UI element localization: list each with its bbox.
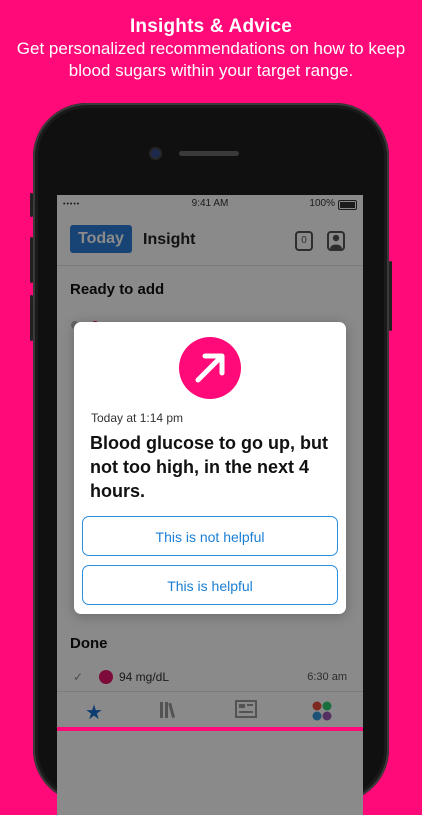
silent-switch: [30, 193, 33, 217]
volume-up-button: [30, 237, 33, 283]
helpful-button[interactable]: This is helpful: [82, 565, 338, 605]
trend-up-icon: [179, 337, 241, 399]
promo-subtitle: Get personalized recommendations on how …: [16, 39, 406, 80]
front-camera: [151, 149, 160, 158]
insight-dialog: Today at 1:14 pm Blood glucose to go up,…: [74, 322, 346, 614]
bottom-accent-strip: [57, 727, 363, 731]
earpiece-speaker: [179, 151, 239, 156]
promo-title: Insights & Advice: [129, 16, 293, 37]
volume-down-button: [30, 295, 33, 341]
insight-message: Blood glucose to go up, but not too high…: [90, 433, 328, 501]
not-helpful-button[interactable]: This is not helpful: [82, 516, 338, 556]
power-button: [389, 261, 392, 331]
insight-timestamp: Today at 1:14 pm: [91, 411, 184, 425]
